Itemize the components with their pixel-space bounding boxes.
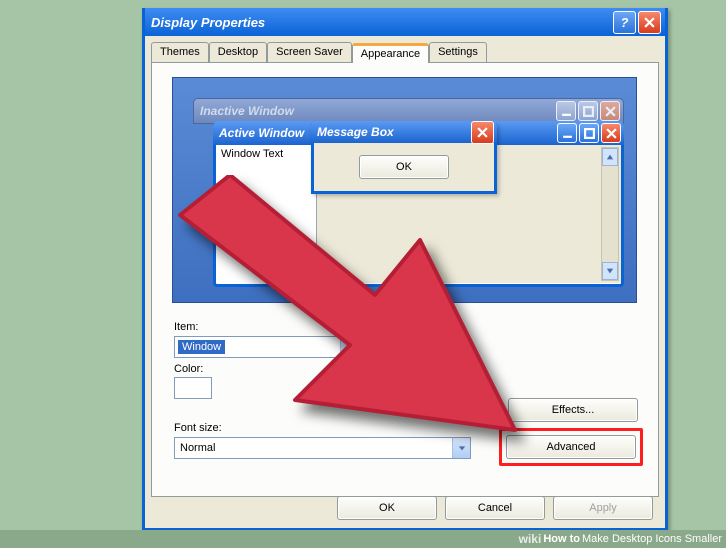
display-properties-dialog: Display Properties ? Themes Desktop Scre… <box>142 8 668 531</box>
close-icon <box>601 123 621 143</box>
help-button[interactable]: ? <box>613 11 636 34</box>
color-label: Color: <box>174 363 203 375</box>
appearance-preview: Inactive Window Active Window Window Tex… <box>172 77 637 303</box>
wikihow-caption: wiki How to Make Desktop Icons Smaller <box>0 530 726 548</box>
font-size-label: Font size: <box>174 422 222 434</box>
close-button[interactable] <box>638 11 661 34</box>
dialog-title: Display Properties <box>151 15 611 30</box>
color-swatch[interactable] <box>174 377 212 399</box>
tab-themes[interactable]: Themes <box>151 42 209 62</box>
tab-settings[interactable]: Settings <box>429 42 487 62</box>
minimize-icon <box>557 123 577 143</box>
apply-button[interactable]: Apply <box>553 496 653 520</box>
tab-desktop[interactable]: Desktop <box>209 42 267 62</box>
cancel-button[interactable]: Cancel <box>445 496 545 520</box>
preview-active-window: Active Window Window Text <box>213 124 624 287</box>
dialog-titlebar[interactable]: Display Properties ? <box>145 8 665 36</box>
appearance-tabpage: Inactive Window Active Window Window Tex… <box>151 62 659 497</box>
tab-appearance[interactable]: Appearance <box>352 43 429 63</box>
tab-screensaver[interactable]: Screen Saver <box>267 42 352 62</box>
wikihow-brand: wiki <box>519 532 542 546</box>
preview-inactive-title: Inactive Window <box>200 104 554 118</box>
item-label: Item: <box>174 321 254 333</box>
maximize-icon <box>578 101 598 121</box>
scrollbar <box>601 147 619 281</box>
item-combobox[interactable]: Window <box>174 336 359 358</box>
maximize-icon <box>579 123 599 143</box>
tab-strip: Themes Desktop Screen Saver Appearance S… <box>151 42 659 62</box>
dialog-button-row: OK Cancel Apply <box>337 496 653 520</box>
scroll-up-icon <box>602 148 618 166</box>
scroll-down-icon <box>602 262 618 280</box>
advanced-highlight: Advanced <box>499 428 643 466</box>
chevron-down-icon <box>452 438 470 458</box>
font-size-combobox[interactable]: Normal <box>174 437 471 459</box>
effects-button[interactable]: Effects... <box>508 398 638 422</box>
advanced-button[interactable]: Advanced <box>506 435 636 459</box>
wikihow-how: How to <box>543 533 580 545</box>
item-combobox-value: Window <box>178 340 225 354</box>
preview-ok-button: OK <box>359 155 449 179</box>
ok-button[interactable]: OK <box>337 496 437 520</box>
preview-message-bar: Message Box <box>311 121 497 143</box>
wikihow-topic: Make Desktop Icons Smaller <box>582 533 722 545</box>
chevron-down-icon <box>340 337 358 357</box>
close-icon <box>600 101 620 121</box>
preview-message-title: Message Box <box>317 125 469 139</box>
preview-window-text: Window Text <box>216 145 317 283</box>
close-icon <box>471 121 494 144</box>
minimize-icon <box>556 101 576 121</box>
font-size-value: Normal <box>180 442 215 454</box>
preview-message-box: Message Box OK <box>311 124 497 194</box>
